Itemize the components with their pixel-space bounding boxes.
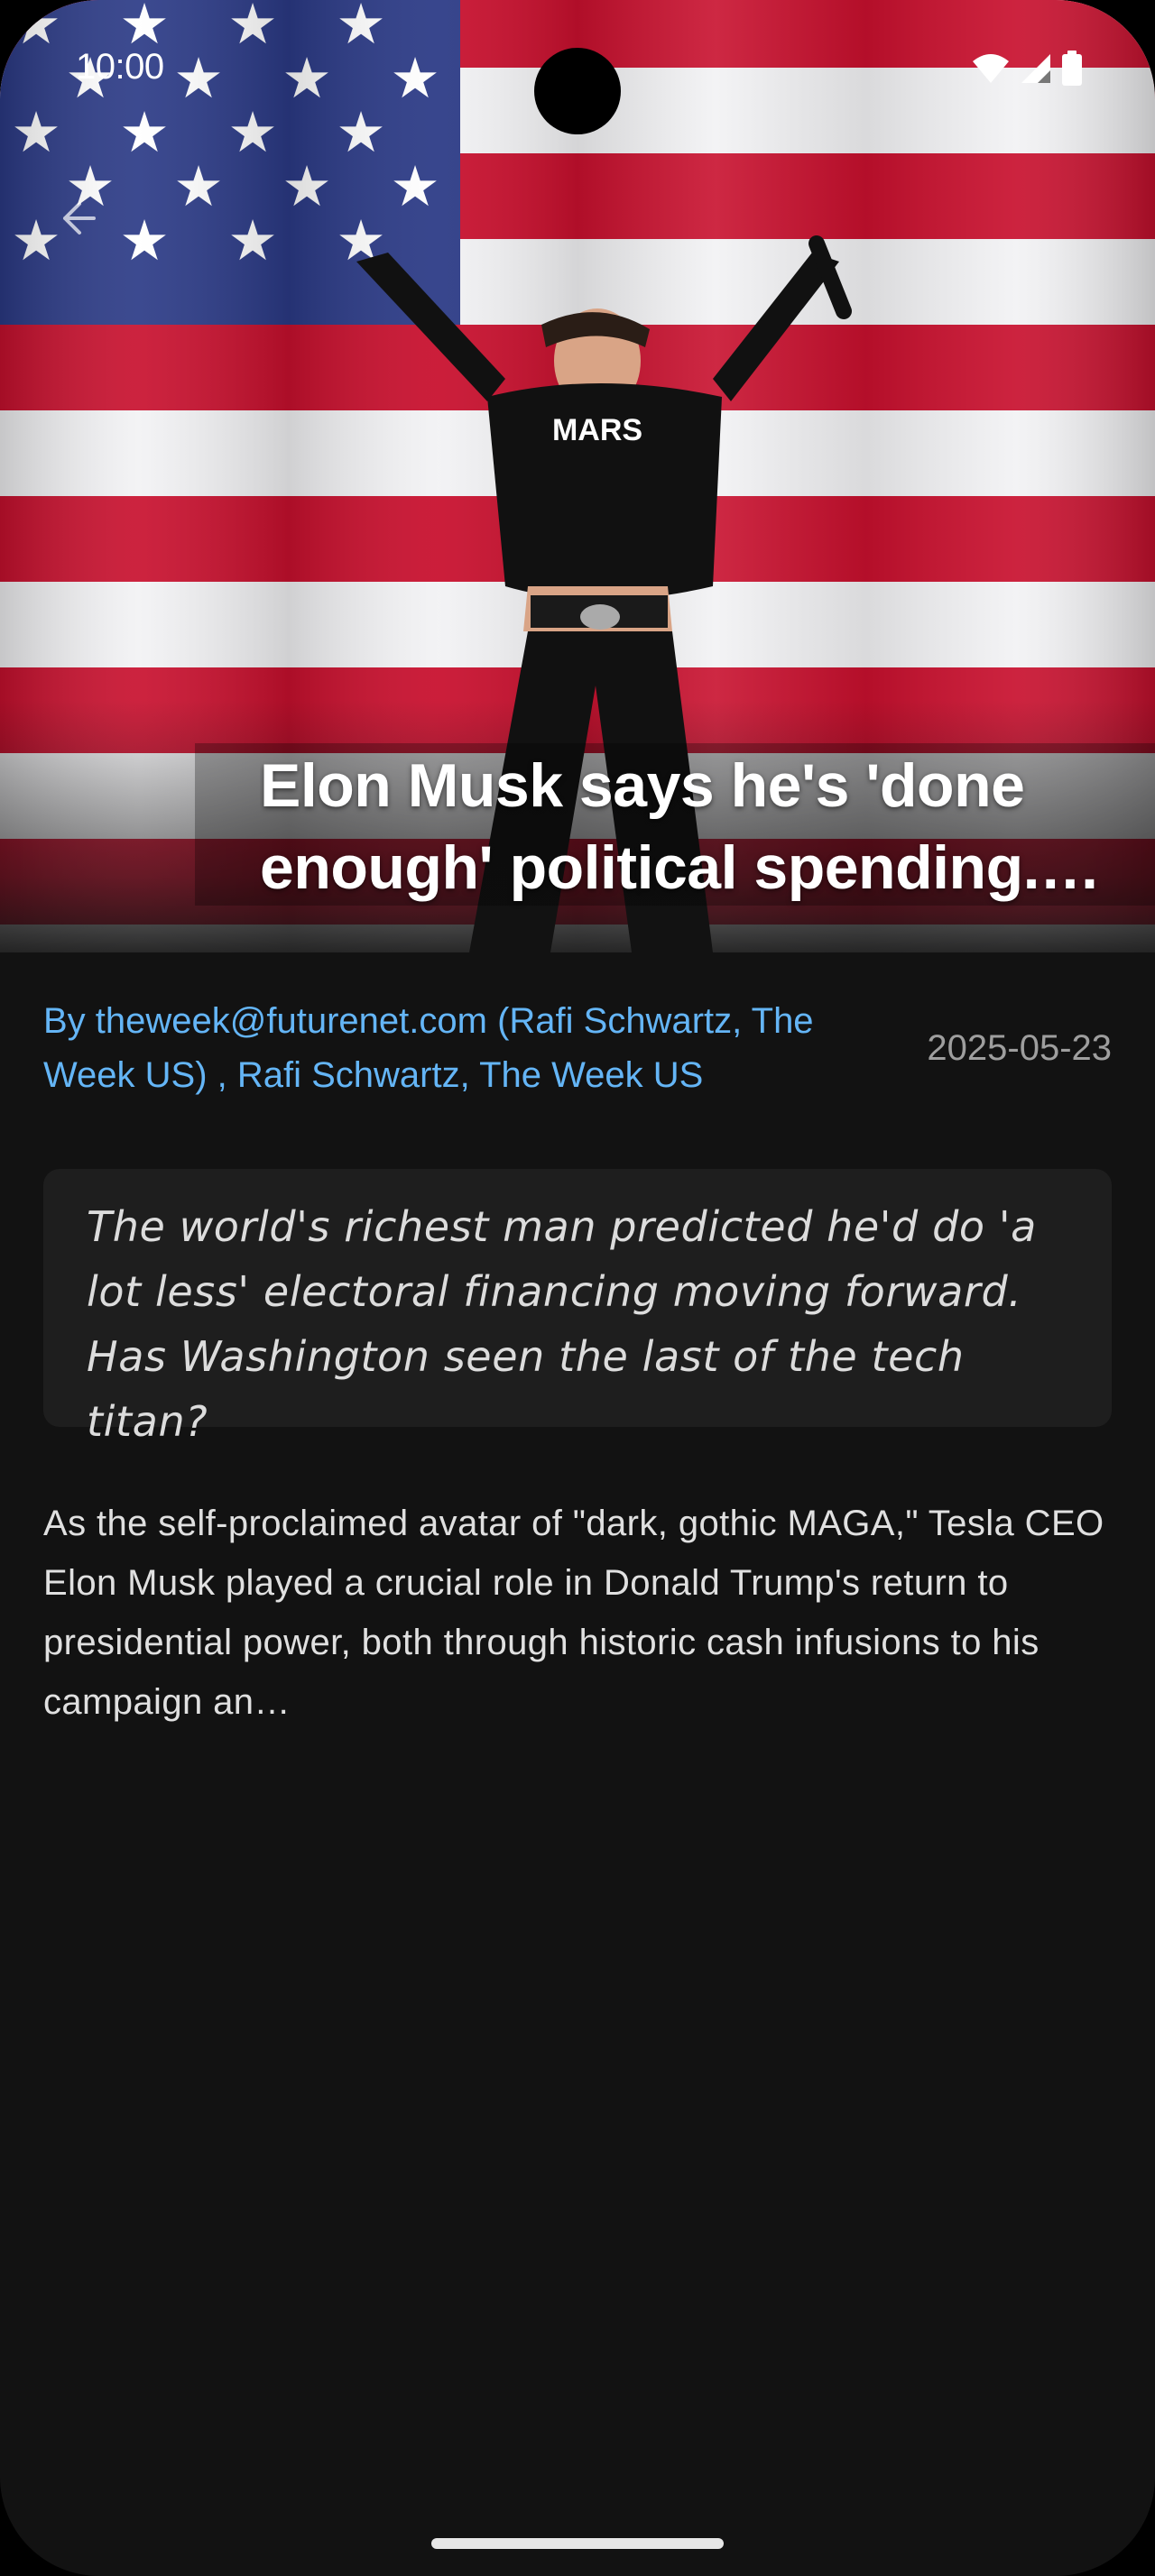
- wifi-icon: [971, 52, 1011, 89]
- article-byline[interactable]: By theweek@futurenet.com (Rafi Schwartz,…: [43, 994, 892, 1102]
- article-body: As the self-proclaimed avatar of "dark, …: [43, 1504, 1104, 1722]
- status-icons: [971, 51, 1083, 91]
- summary-card: The world's richest man predicted he'd d…: [43, 1169, 1112, 1446]
- article-date: 2025-05-23: [927, 1028, 1112, 1068]
- article-summary: The world's richest man predicted he'd d…: [87, 1202, 1037, 1446]
- article-title: Elon Musk says he's 'done enough' politi…: [260, 751, 1040, 902]
- arrow-back-icon: [54, 193, 105, 248]
- device-screen: ★★★★ ★★★★ ★★★★ ★★★★ ★★★★ MARS: [0, 0, 1155, 2576]
- back-button[interactable]: [36, 177, 123, 263]
- home-indicator[interactable]: [431, 2538, 724, 2549]
- cellular-signal-icon: [1020, 52, 1052, 89]
- svg-text:MARS: MARS: [552, 413, 642, 447]
- camera-cutout: [534, 48, 621, 134]
- hero-image: ★★★★ ★★★★ ★★★★ ★★★★ ★★★★ MARS: [0, 0, 1155, 952]
- status-time: 10:00: [76, 47, 164, 87]
- battery-icon: [1061, 51, 1083, 91]
